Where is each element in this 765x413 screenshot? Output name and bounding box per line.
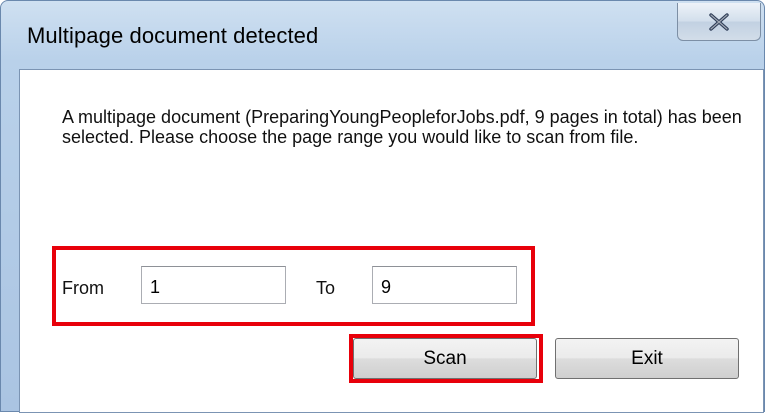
from-page-input[interactable] [141, 266, 286, 304]
dialog-title: Multipage document detected [27, 23, 319, 48]
close-button[interactable] [677, 3, 761, 41]
to-label: To [316, 278, 336, 298]
to-page-input[interactable] [372, 266, 517, 304]
exit-button[interactable]: Exit [555, 338, 739, 379]
close-icon [709, 12, 729, 31]
dialog-window: Multipage document detected A multipage … [0, 0, 765, 413]
title-bar[interactable]: Multipage document detected [1, 1, 764, 69]
dialog-body: A multipage document (PreparingYoungPeop… [19, 69, 764, 413]
dialog-message: A multipage document (PreparingYoungPeop… [62, 107, 742, 147]
from-label: From [62, 278, 104, 298]
scan-button[interactable]: Scan [353, 338, 537, 379]
